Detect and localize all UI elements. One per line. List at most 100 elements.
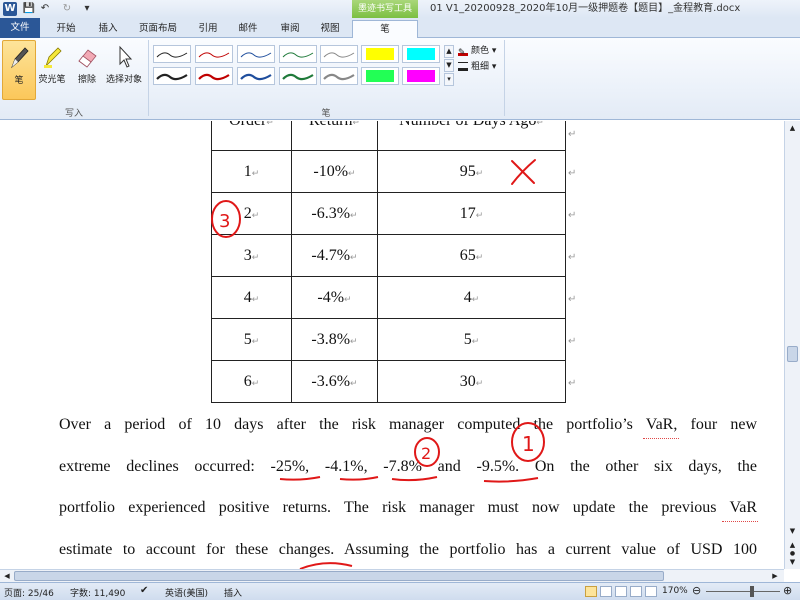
cell-days: 65↵ bbox=[377, 234, 566, 277]
customize-quick-access-icon[interactable]: ▾ bbox=[80, 2, 94, 16]
highlighter-swatch-yellow[interactable] bbox=[361, 45, 399, 63]
gallery-scroll-down-icon[interactable]: ▼ bbox=[444, 59, 454, 72]
highlighter-swatch-magenta[interactable] bbox=[402, 67, 440, 85]
highlighter-tool-button[interactable]: 荧光笔 bbox=[34, 40, 70, 100]
select-objects-button[interactable]: 选择对象 bbox=[102, 40, 146, 100]
status-bar: 页面: 25/46 字数: 11,490 ✔ 英语(美国) 插入 170% ⊖ … bbox=[0, 582, 800, 600]
value-2: -4.1% bbox=[324, 458, 364, 475]
pen-swatch-red[interactable] bbox=[195, 45, 233, 63]
pen-color-dropdown[interactable]: ✎ 颜色 ▾ bbox=[458, 44, 496, 58]
zoom-in-icon[interactable]: ⊕ bbox=[783, 584, 792, 597]
returns-table: Order↵ Return↵ Number of Days Ago↵ 1↵ -1… bbox=[211, 121, 566, 403]
hscroll-thumb[interactable] bbox=[14, 571, 664, 581]
highlighter-swatch-cyan[interactable] bbox=[402, 45, 440, 63]
spellcheck-underline bbox=[722, 520, 758, 522]
gallery-more-icon[interactable]: ▾ bbox=[444, 73, 454, 86]
eraser-tool-button[interactable]: 擦除 bbox=[70, 40, 104, 100]
view-print-layout-icon[interactable] bbox=[585, 586, 597, 597]
scroll-thumb[interactable] bbox=[787, 346, 798, 362]
gallery-scroll-up-icon[interactable]: ▲ bbox=[444, 45, 454, 58]
pen-swatch-red-thick[interactable] bbox=[195, 67, 233, 85]
pen-swatch-green[interactable] bbox=[279, 45, 317, 63]
pen-swatch-blue[interactable] bbox=[237, 45, 275, 63]
tab-view[interactable]: 视图 bbox=[312, 20, 348, 38]
cell-order: 3↵ bbox=[211, 234, 292, 277]
spellcheck-underline bbox=[643, 437, 679, 439]
row-end-mark: ↵ bbox=[568, 129, 577, 140]
view-web-layout-icon[interactable] bbox=[615, 586, 627, 597]
pen-swatch-black[interactable] bbox=[153, 45, 191, 63]
tab-page-layout[interactable]: 页面布局 bbox=[130, 20, 186, 38]
cell-return: -4%↵ bbox=[291, 276, 378, 319]
value-4: -9.5% bbox=[476, 458, 516, 475]
tab-review[interactable]: 审阅 bbox=[272, 20, 308, 38]
word-app-icon[interactable]: W bbox=[3, 2, 17, 16]
pen-thickness-dropdown[interactable]: 粗细 ▾ bbox=[458, 60, 496, 74]
cell-return: -10%↵ bbox=[291, 150, 378, 193]
table-row: 6↵ -3.6%↵ 30↵ bbox=[211, 360, 566, 403]
tab-pen[interactable]: 笔 bbox=[352, 20, 418, 39]
scroll-down-icon[interactable]: ▼ bbox=[787, 526, 798, 537]
paragraph-line-2: extreme declines occurred: -25%, -4.1%, … bbox=[59, 458, 758, 475]
scroll-left-icon[interactable]: ◀ bbox=[2, 571, 12, 581]
thickness-label: 粗细 bbox=[471, 62, 490, 72]
insert-mode[interactable]: 插入 bbox=[224, 586, 242, 599]
save-icon[interactable]: 💾 bbox=[22, 2, 36, 16]
horizontal-scrollbar[interactable]: ◀ ▶ bbox=[0, 569, 784, 582]
cell-return: -3.6%↵ bbox=[291, 360, 378, 403]
next-page-icon[interactable]: ▼ bbox=[787, 557, 798, 568]
view-full-screen-icon[interactable] bbox=[600, 586, 612, 597]
zoom-out-icon[interactable]: ⊖ bbox=[692, 584, 701, 597]
header-return: Return↵ bbox=[291, 121, 378, 151]
cell-order: 4↵ bbox=[211, 276, 292, 319]
row-end-mark: ↵ bbox=[568, 252, 577, 263]
word-count[interactable]: 字数: 11,490 bbox=[70, 586, 125, 599]
cell-order: 5↵ bbox=[211, 318, 292, 361]
eraser-icon bbox=[78, 49, 97, 68]
tab-file[interactable]: 文件 bbox=[0, 18, 40, 38]
paragraph-line-4: estimate to account for these changes. A… bbox=[59, 541, 757, 558]
tab-references[interactable]: 引用 bbox=[190, 20, 226, 38]
cell-order: 1↵ bbox=[211, 150, 292, 193]
proofing-icon[interactable]: ✔ bbox=[140, 585, 148, 596]
row-end-mark: ↵ bbox=[568, 336, 577, 347]
scroll-right-icon[interactable]: ▶ bbox=[770, 571, 780, 581]
value-1: -25% bbox=[270, 458, 306, 475]
redo-icon[interactable]: ↻ bbox=[60, 2, 74, 16]
cell-days: 30↵ bbox=[377, 360, 566, 403]
table-row: 3↵ -4.7%↵ 65↵ bbox=[211, 234, 566, 277]
zoom-slider[interactable] bbox=[706, 591, 780, 592]
table-row: 1↵ -10%↵ 95↵ bbox=[211, 150, 566, 193]
scroll-up-icon[interactable]: ▲ bbox=[787, 123, 798, 134]
highlighter-swatch-green[interactable] bbox=[361, 67, 399, 85]
color-icon: ✎ bbox=[458, 46, 468, 58]
tab-mailings[interactable]: 邮件 bbox=[230, 20, 266, 38]
group-separator bbox=[148, 40, 149, 116]
pen-swatch-gray-thick[interactable] bbox=[320, 67, 358, 85]
page-counter[interactable]: 页面: 25/46 bbox=[4, 586, 54, 599]
view-draft-icon[interactable] bbox=[645, 586, 657, 597]
view-outline-icon[interactable] bbox=[630, 586, 642, 597]
pen-swatch-gray[interactable] bbox=[320, 45, 358, 63]
language-indicator[interactable]: 英语(美国) bbox=[165, 586, 208, 599]
value-3: -7.8% bbox=[383, 458, 422, 475]
zoom-slider-thumb[interactable] bbox=[750, 586, 754, 597]
zoom-level[interactable]: 170% bbox=[662, 586, 688, 596]
document-page[interactable]: Order↵ Return↵ Number of Days Ago↵ 1↵ -1… bbox=[0, 121, 784, 569]
vertical-scrollbar[interactable]: ▲ ▼ ▲ ● ▼ bbox=[784, 121, 800, 569]
highlighter-tool-label: 荧光笔 bbox=[38, 75, 66, 85]
row-end-mark: ↵ bbox=[568, 378, 577, 389]
pen-swatch-blue-thick[interactable] bbox=[237, 67, 275, 85]
select-objects-label: 选择对象 bbox=[105, 75, 142, 85]
tab-home[interactable]: 开始 bbox=[48, 20, 84, 38]
pen-swatch-black-thick[interactable] bbox=[153, 67, 191, 85]
cell-order: 2↵ bbox=[211, 192, 292, 235]
pen-swatch-green-thick[interactable] bbox=[279, 67, 317, 85]
select-cursor-icon bbox=[119, 45, 133, 68]
group-label-write: 写入 bbox=[64, 109, 83, 119]
cell-days: 95↵ bbox=[377, 150, 566, 193]
undo-icon[interactable]: ↶ bbox=[38, 2, 52, 16]
ribbon-tab-row: 文件 开始 插入 页面布局 引用 邮件 审阅 视图 笔 bbox=[0, 18, 800, 39]
pen-tool-button[interactable]: 笔 bbox=[2, 40, 36, 100]
tab-insert[interactable]: 插入 bbox=[90, 20, 126, 38]
